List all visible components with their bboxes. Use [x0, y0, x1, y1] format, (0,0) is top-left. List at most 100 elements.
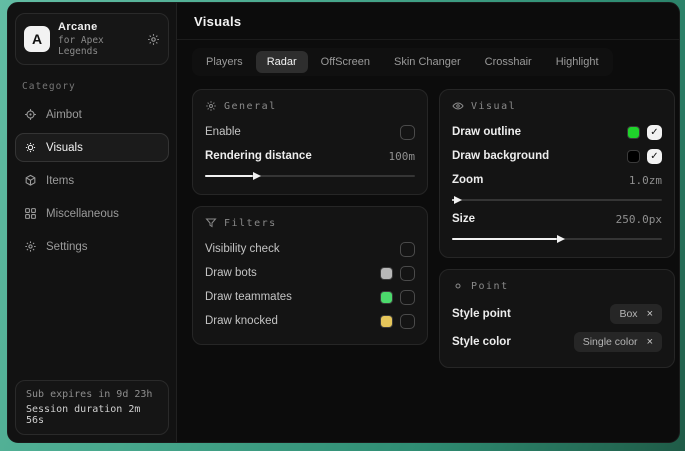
sidebar-item-label: Aimbot — [46, 109, 82, 121]
dot-icon — [452, 280, 464, 292]
size-group: Size 250.0px — [452, 208, 662, 245]
sidebar-item-items[interactable]: Items — [15, 166, 169, 195]
style-point-row: Style point Box × — [452, 301, 662, 327]
crosshair-icon — [24, 108, 37, 121]
funnel-icon — [205, 217, 217, 229]
draw-outline-label: Draw outline — [452, 126, 521, 138]
sidebar-spacer — [15, 261, 169, 380]
draw-teammates-label: Draw teammates — [205, 291, 292, 303]
draw-background-row: Draw background ✓ — [452, 145, 662, 167]
app-window: A Arcane for Apex Legends Category — [7, 2, 680, 443]
visibility-check-checkbox[interactable]: ✓ — [400, 242, 415, 257]
tab-crosshair[interactable]: Crosshair — [474, 51, 543, 73]
slider-thumb[interactable] — [205, 175, 253, 177]
slider-thumb[interactable] — [452, 238, 557, 240]
rendering-distance-value: 100m — [389, 150, 416, 163]
draw-background-color-swatch[interactable] — [627, 150, 640, 163]
style-point-label: Style point — [452, 308, 511, 320]
app-logo: A — [24, 26, 50, 52]
brand-card: A Arcane for Apex Legends — [15, 13, 169, 65]
tab-skin-changer[interactable]: Skin Changer — [383, 51, 472, 73]
zoom-value: 1.0zm — [629, 174, 662, 187]
draw-knocked-controls: ✓ — [380, 314, 415, 329]
tab-radar[interactable]: Radar — [256, 51, 308, 73]
tabbar-row: Players Radar OffScreen Skin Changer Cro… — [177, 40, 679, 76]
grid-icon — [24, 207, 37, 220]
draw-knocked-checkbox[interactable]: ✓ — [400, 314, 415, 329]
sidebar-item-settings[interactable]: Settings — [15, 232, 169, 261]
draw-knocked-label: Draw knocked — [205, 315, 278, 327]
style-color-select[interactable]: Single color × — [574, 332, 662, 352]
style-point-select[interactable]: Box × — [610, 304, 662, 324]
style-color-label: Style color — [452, 336, 511, 348]
size-label: Size — [452, 213, 475, 225]
style-color-row: Style color Single color × — [452, 329, 662, 355]
panel-columns: General Enable ✓ Rendering distance 100m — [177, 76, 679, 368]
app-name: Arcane — [58, 21, 139, 33]
page-title: Visuals — [194, 14, 663, 29]
chip-value: Box — [619, 308, 637, 320]
left-column: General Enable ✓ Rendering distance 100m — [192, 89, 428, 345]
draw-bots-label: Draw bots — [205, 267, 257, 279]
sidebar-nav: Aimbot Visuals Items — [15, 96, 169, 261]
draw-knocked-row: Draw knocked ✓ — [205, 310, 415, 332]
draw-teammates-color-swatch[interactable] — [380, 291, 393, 304]
sidebar: A Arcane for Apex Legends Category — [8, 3, 177, 442]
visual-panel: Visual Draw outline ✓ Draw background — [439, 89, 675, 258]
draw-outline-row: Draw outline ✓ — [452, 121, 662, 143]
draw-background-label: Draw background — [452, 150, 549, 162]
app-subtitle: for Apex Legends — [58, 35, 139, 57]
draw-outline-checkbox[interactable]: ✓ — [647, 125, 662, 140]
session-duration-text: Session duration 2m 56s — [26, 404, 158, 426]
sidebar-item-miscellaneous[interactable]: Miscellaneous — [15, 199, 169, 228]
visibility-check-row: Visibility check ✓ — [205, 238, 415, 260]
draw-bots-color-swatch[interactable] — [380, 267, 393, 280]
draw-outline-controls: ✓ — [627, 125, 662, 140]
visibility-check-label: Visibility check — [205, 243, 280, 255]
draw-outline-color-swatch[interactable] — [627, 126, 640, 139]
visual-panel-header: Visual — [452, 100, 662, 112]
draw-teammates-checkbox[interactable]: ✓ — [400, 290, 415, 305]
general-panel: General Enable ✓ Rendering distance 100m — [192, 89, 428, 195]
draw-bots-checkbox[interactable]: ✓ — [400, 266, 415, 281]
chip-value: Single color — [583, 336, 638, 348]
enable-label: Enable — [205, 126, 241, 138]
slider-thumb[interactable] — [452, 199, 454, 201]
slider-track — [452, 199, 662, 201]
point-panel-header: Point — [452, 280, 662, 292]
sidebar-item-aimbot[interactable]: Aimbot — [15, 100, 169, 129]
size-row: Size 250.0px — [452, 208, 662, 230]
eye-icon — [24, 141, 37, 154]
sidebar-item-label: Visuals — [46, 142, 83, 154]
draw-background-checkbox[interactable]: ✓ — [647, 149, 662, 164]
gear-icon — [205, 100, 217, 112]
settings-gear-icon[interactable] — [147, 33, 160, 46]
tab-highlight[interactable]: Highlight — [545, 51, 610, 73]
enable-checkbox[interactable]: ✓ — [400, 125, 415, 140]
draw-knocked-color-swatch[interactable] — [380, 315, 393, 328]
zoom-group: Zoom 1.0zm — [452, 169, 662, 206]
tabbar: Players Radar OffScreen Skin Changer Cro… — [192, 48, 613, 76]
close-icon[interactable]: × — [647, 337, 653, 348]
panel-title: Visual — [471, 101, 516, 112]
sidebar-item-label: Settings — [46, 241, 88, 253]
size-value: 250.0px — [616, 213, 662, 226]
zoom-row: Zoom 1.0zm — [452, 169, 662, 191]
zoom-label: Zoom — [452, 174, 483, 186]
panel-title: Filters — [224, 218, 277, 229]
gear-icon — [24, 240, 37, 253]
zoom-slider[interactable] — [452, 194, 662, 206]
size-slider[interactable] — [452, 233, 662, 245]
tab-players[interactable]: Players — [195, 51, 254, 73]
enable-row: Enable ✓ — [205, 121, 415, 143]
rendering-distance-slider[interactable] — [205, 170, 415, 182]
draw-bots-controls: ✓ — [380, 266, 415, 281]
close-icon[interactable]: × — [647, 309, 653, 320]
sidebar-item-visuals[interactable]: Visuals — [15, 133, 169, 162]
sidebar-item-label: Miscellaneous — [46, 208, 119, 220]
box-icon — [24, 174, 37, 187]
main-header: Visuals — [177, 3, 679, 40]
draw-teammates-controls: ✓ — [380, 290, 415, 305]
general-panel-header: General — [205, 100, 415, 112]
tab-offscreen[interactable]: OffScreen — [310, 51, 381, 73]
